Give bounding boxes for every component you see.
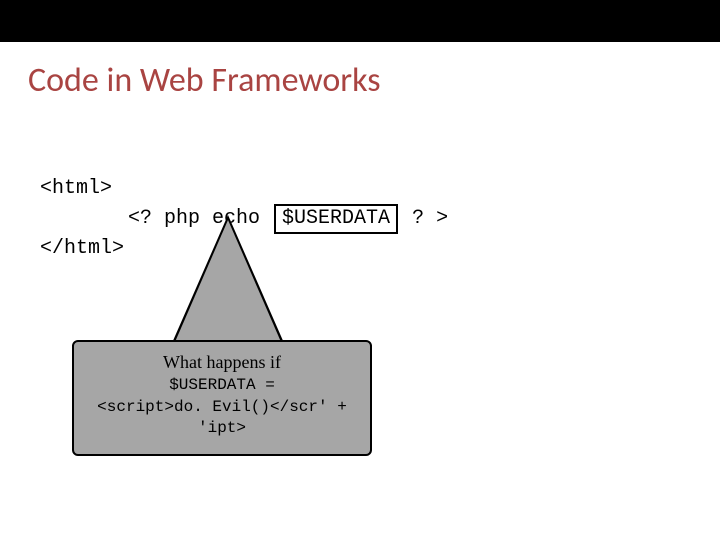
userdata-token: $USERDATA <box>274 204 398 234</box>
callout-line2: <script>do. Evil()</scr' + 'ipt> <box>82 397 362 440</box>
slide-title: Code in Web Frameworks <box>28 60 381 101</box>
top-bar <box>0 0 720 42</box>
php-close: ? > <box>400 207 448 230</box>
callout-question: What happens if <box>82 352 362 373</box>
callout-line1: $USERDATA = <box>82 375 362 397</box>
code-open-html: <html> <box>40 174 448 204</box>
callout-box: What happens if $USERDATA = <script>do. … <box>72 340 372 456</box>
